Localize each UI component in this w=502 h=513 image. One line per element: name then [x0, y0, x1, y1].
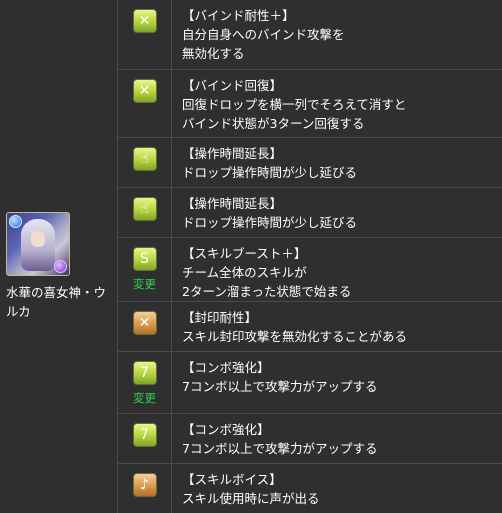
awakening-description: ドロップ操作時間が少し延びる: [182, 165, 358, 180]
awakening-title: 【バインド耐性＋】: [182, 8, 295, 23]
combo-enhance-icon: 7: [132, 361, 157, 385]
combo-enhance-icon: 7: [132, 423, 157, 447]
awakening-table: 水華の喜女神・ウルカ ✕ 【バインド耐性＋】 自分自身へのバインド攻撃を 無効化…: [0, 0, 502, 513]
awakening-title: 【スキルボイス】: [182, 472, 282, 487]
awakening-text: 【スキルブースト＋】 チーム全体のスキルが 2ターン溜まった状態で始まる: [172, 238, 502, 301]
awakening-description: 自分自身へのバインド攻撃を 無効化する: [182, 27, 345, 61]
awakening-icon-cell: ☝: [118, 138, 172, 187]
changed-label: 変更: [133, 391, 156, 405]
awakening-row: 7 【コンボ強化】 7コンボ以上で攻撃力がアップする: [118, 414, 502, 464]
changed-label: 変更: [133, 277, 156, 291]
awakening-row: ✕ 【封印耐性】 スキル封印攻撃を無効化することがある: [118, 302, 502, 352]
awakening-icon-cell: ✕: [118, 70, 172, 137]
awakening-text: 【バインド回復】 回復ドロップを横一列でそろえて消すと バインド状態が3ターン回…: [172, 70, 502, 137]
awakening-icon-cell: 7 変更: [118, 352, 172, 413]
monster-column: 水華の喜女神・ウルカ: [0, 0, 118, 513]
awakening-title: 【操作時間延長】: [182, 196, 283, 211]
awakening-description: スキル使用時に声が出る: [182, 491, 320, 506]
awakening-row: ♪ 【スキルボイス】 スキル使用時に声が出る: [118, 464, 502, 513]
awakening-description: 7コンボ以上で攻撃力がアップする: [182, 379, 378, 394]
awakening-row: 7 変更 【コンボ強化】 7コンボ以上で攻撃力がアップする: [118, 352, 502, 414]
awakening-description: スキル封印攻撃を無効化することがある: [182, 329, 408, 344]
awakening-text: 【コンボ強化】 7コンボ以上で攻撃力がアップする: [172, 352, 502, 413]
awakening-title: 【バインド回復】: [182, 78, 283, 93]
awakening-text: 【コンボ強化】 7コンボ以上で攻撃力がアップする: [172, 414, 502, 463]
skill-voice-icon: ♪: [132, 473, 157, 497]
skill-boost-plus-icon: S: [132, 247, 157, 271]
awakening-row: ☝ 【操作時間延長】 ドロップ操作時間が少し延びる: [118, 138, 502, 188]
awakening-icon-cell: ✕: [118, 0, 172, 69]
monster-portrait[interactable]: [6, 212, 70, 276]
awakening-icon-cell: ♪: [118, 464, 172, 513]
awakening-list: ✕ 【バインド耐性＋】 自分自身へのバインド攻撃を 無効化する ✕ 【バインド回…: [118, 0, 502, 513]
awakening-text: 【封印耐性】 スキル封印攻撃を無効化することがある: [172, 302, 502, 351]
portrait-face: [31, 231, 45, 247]
awakening-icon-cell: ☝: [118, 188, 172, 237]
awakening-text: 【操作時間延長】 ドロップ操作時間が少し延びる: [172, 138, 502, 187]
water-attribute-icon: [9, 215, 22, 228]
awakening-icon-cell: S 変更: [118, 238, 172, 301]
bind-resist-plus-icon: ✕: [132, 9, 157, 33]
awakening-title: 【スキルブースト＋】: [182, 246, 307, 261]
awakening-title: 【コンボ強化】: [182, 360, 270, 375]
monster-cell: 水華の喜女神・ウルカ: [0, 192, 114, 321]
awakening-text: 【バインド耐性＋】 自分自身へのバインド攻撃を 無効化する: [172, 0, 502, 69]
awakening-title: 【コンボ強化】: [182, 422, 270, 437]
awakening-row: ☝ 【操作時間延長】 ドロップ操作時間が少し延びる: [118, 188, 502, 238]
awakening-row: ✕ 【バインド耐性＋】 自分自身へのバインド攻撃を 無効化する: [118, 0, 502, 70]
awakening-icon-cell: ✕: [118, 302, 172, 351]
awakening-title: 【封印耐性】: [182, 310, 258, 325]
awakening-description: ドロップ操作時間が少し延びる: [182, 215, 358, 230]
seal-resist-icon: ✕: [132, 311, 157, 335]
awakening-description: 7コンボ以上で攻撃力がアップする: [182, 441, 378, 456]
time-extend-icon: ☝: [132, 147, 157, 171]
awakening-title: 【操作時間延長】: [182, 146, 283, 161]
awakening-text: 【スキルボイス】 スキル使用時に声が出る: [172, 464, 502, 513]
monster-name[interactable]: 水華の喜女神・ウルカ: [6, 283, 114, 321]
awakening-row: S 変更 【スキルブースト＋】 チーム全体のスキルが 2ターン溜まった状態で始ま…: [118, 238, 502, 302]
bind-recovery-icon: ✕: [132, 79, 157, 103]
awakening-description: チーム全体のスキルが 2ターン溜まった状態で始まる: [182, 265, 352, 299]
awakening-row: ✕ 【バインド回復】 回復ドロップを横一列でそろえて消すと バインド状態が3ター…: [118, 70, 502, 138]
dark-attribute-icon: [54, 260, 67, 273]
awakening-icon-cell: 7: [118, 414, 172, 463]
time-extend-icon: ☝: [132, 197, 157, 221]
awakening-text: 【操作時間延長】 ドロップ操作時間が少し延びる: [172, 188, 502, 237]
awakening-description: 回復ドロップを横一列でそろえて消すと バインド状態が3ターン回復する: [182, 97, 407, 131]
